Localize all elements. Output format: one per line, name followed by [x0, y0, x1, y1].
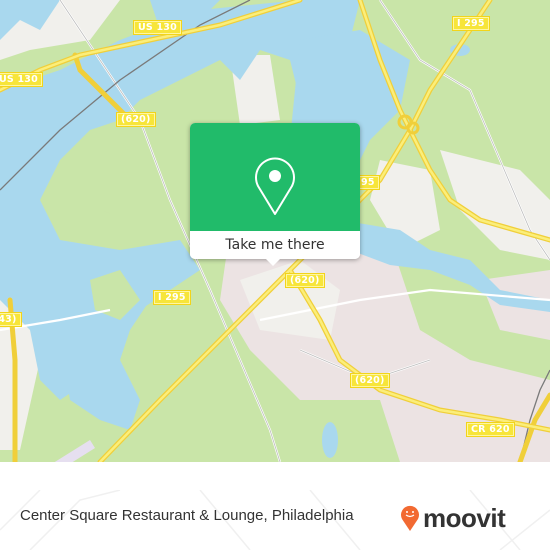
location-popup[interactable]: Take me there [190, 123, 360, 266]
place-name: Center Square Restaurant & Lounge, Phila… [20, 507, 354, 524]
road-label-cr620: (620) [285, 273, 325, 288]
footer-bar: Center Square Restaurant & Lounge, Phila… [0, 490, 550, 550]
road-label-cr620: (620) [350, 373, 390, 388]
map-view[interactable]: US 130 US 130 (620) I 295 I 295 I 295 (6… [0, 0, 550, 462]
moovit-pin-icon [401, 505, 419, 531]
road-label-cr620: CR 620 [466, 422, 515, 437]
take-me-there-button[interactable]: Take me there [190, 231, 360, 259]
road-label-cr620: (620) [116, 112, 156, 127]
road-label-us130: US 130 [0, 72, 43, 87]
popup-header[interactable] [190, 123, 360, 231]
road-label-us130: US 130 [133, 20, 182, 35]
road-label-cr543: (543) [0, 312, 22, 327]
popup-pointer [265, 258, 281, 266]
moovit-logo[interactable]: moovit [400, 500, 506, 536]
brand-name: moovit [423, 502, 506, 533]
map-pin-icon [255, 157, 295, 215]
road-label-i295: I 295 [153, 290, 191, 305]
road-label-i295: I 295 [452, 16, 490, 31]
